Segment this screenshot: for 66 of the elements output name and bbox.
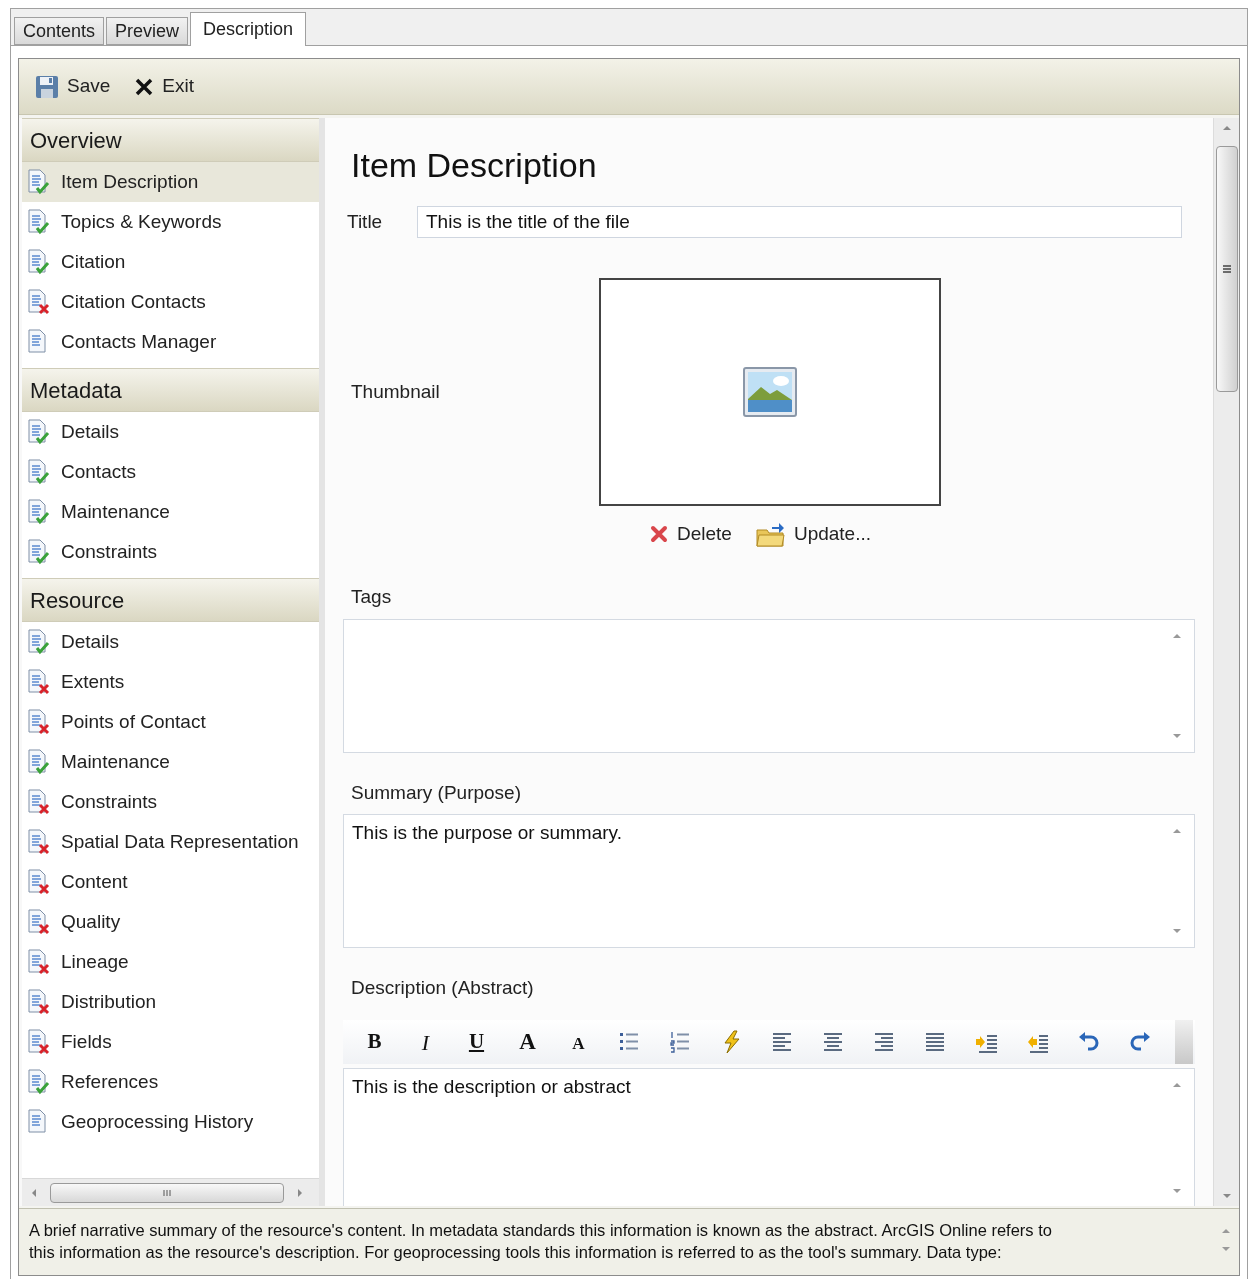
document-error-icon <box>27 669 51 695</box>
tags-field[interactable] <box>343 619 1195 753</box>
document-error-icon <box>27 909 51 935</box>
scroll-down-icon[interactable] <box>1172 732 1182 740</box>
field-label: Summary (Purpose) <box>351 781 522 805</box>
section-header[interactable]: Resource <box>22 578 319 622</box>
scroll-up-icon[interactable] <box>1172 1081 1182 1089</box>
scroll-left-icon[interactable] <box>30 1187 38 1198</box>
document-check-icon <box>27 459 51 485</box>
document-check-icon <box>27 629 51 655</box>
field-label: Title <box>347 209 384 234</box>
grow-button[interactable]: A <box>502 1024 553 1060</box>
document-check-icon <box>27 499 51 525</box>
delete-x-icon <box>649 524 669 545</box>
document-error-icon <box>27 289 51 315</box>
page-heading: Item Description <box>351 145 598 186</box>
scroll-up-icon[interactable] <box>1172 826 1182 835</box>
sidebar-item[interactable]: Item Description <box>22 162 319 202</box>
toolbar-grip[interactable] <box>1175 1020 1193 1064</box>
delete-button[interactable]: Delete <box>649 520 732 549</box>
scroll-down-icon[interactable] <box>1172 1187 1182 1195</box>
document-check-icon <box>27 419 51 445</box>
summary-field[interactable]: This is the purpose or summary. <box>343 813 1195 948</box>
vertical-scrollbar-thumb[interactable] <box>1215 146 1238 392</box>
help-text: A brief narrative summary of the resource's content. In metadata standards this information is known as the abstract. ArcGIS Online refers to this information as the resource's description. For geoprocessing tools this information is referred to as the tool's summary. Data type: <box>29 1220 1053 1263</box>
tab[interactable]: Description <box>190 12 307 46</box>
title-field[interactable]: This is the title of the file <box>417 206 1182 238</box>
tab[interactable]: Preview <box>106 17 189 45</box>
scroll-up-icon[interactable] <box>1172 632 1182 640</box>
document-error-icon <box>27 989 51 1015</box>
field-label: Tags <box>351 584 393 609</box>
exit-button[interactable]: Exit <box>134 72 194 101</box>
italic-button[interactable]: I <box>400 1024 451 1060</box>
scroll-up-icon[interactable] <box>1221 1227 1231 1235</box>
document-check-icon <box>27 749 51 775</box>
save-button[interactable]: Save <box>35 72 111 101</box>
field-label: Description (Abstract) <box>351 975 535 1000</box>
field-label: Thumbnail <box>351 379 441 404</box>
document-error-icon <box>27 949 51 975</box>
bold-button[interactable]: B <box>349 1024 400 1060</box>
document-check-icon <box>27 169 51 195</box>
document-check-icon <box>27 209 51 235</box>
document-error-icon <box>27 869 51 895</box>
shrink-button[interactable]: A <box>553 1024 604 1060</box>
underline-button[interactable]: U <box>451 1024 502 1060</box>
horizontal-scrollbar-thumb[interactable] <box>50 1182 284 1203</box>
document-error-icon <box>27 789 51 815</box>
scroll-down-icon[interactable] <box>1172 926 1182 935</box>
image-placeholder-icon <box>743 367 797 417</box>
document-error-icon <box>27 709 51 735</box>
tab[interactable]: Contents <box>14 17 105 45</box>
section-header[interactable]: Overview <box>22 118 319 162</box>
document-error-icon <box>27 1029 51 1055</box>
scroll-down-icon[interactable] <box>1221 1192 1232 1200</box>
section-header[interactable]: Metadata <box>22 368 319 412</box>
update-button[interactable]: Update... <box>755 520 872 549</box>
document-check-icon <box>27 539 51 565</box>
description-field[interactable]: This is the description or abstract <box>343 1068 1195 1206</box>
close-icon <box>134 76 155 97</box>
folder-arrow-icon <box>755 521 786 548</box>
document-check-icon <box>27 249 51 275</box>
scroll-down-icon[interactable] <box>1221 1245 1231 1253</box>
scroll-right-icon[interactable] <box>296 1187 304 1198</box>
document-error-icon <box>27 829 51 855</box>
scroll-up-icon[interactable] <box>1221 124 1232 132</box>
document-check-icon <box>27 1069 51 1095</box>
